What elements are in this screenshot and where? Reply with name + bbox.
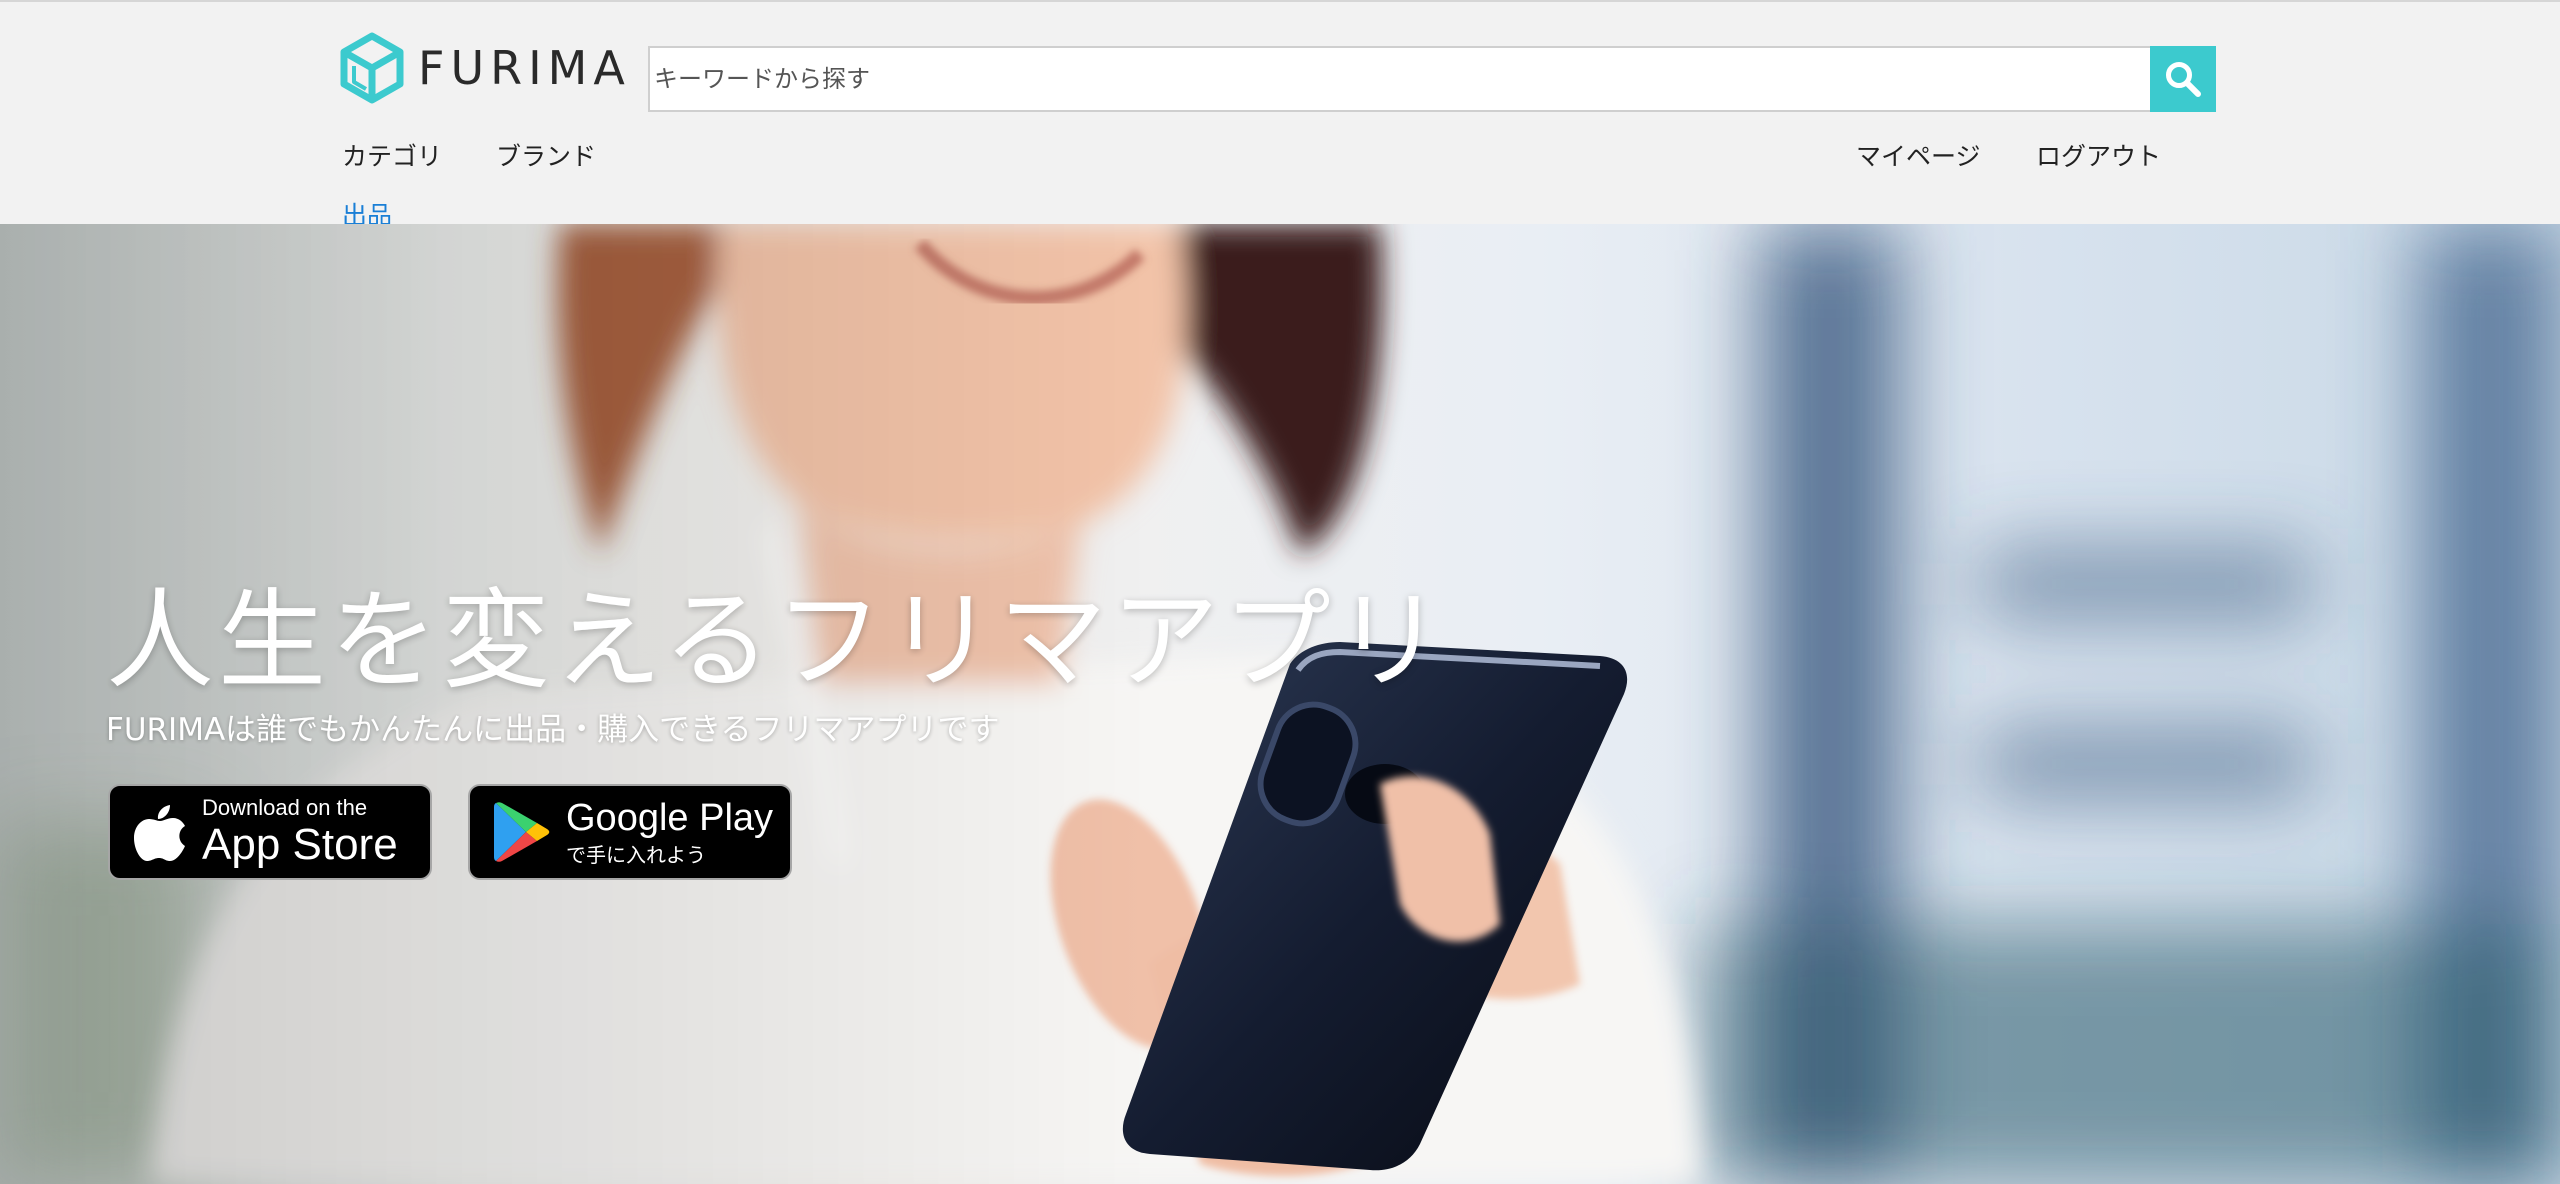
google-play-icon xyxy=(494,802,550,862)
hero-title: 人生を変えるフリマアプリ xyxy=(106,579,1447,704)
nav-category-link[interactable]: カテゴリ xyxy=(342,137,442,173)
nav-mypage-link[interactable]: マイページ xyxy=(1856,137,1981,173)
furima-logo[interactable]: FURIMA xyxy=(340,32,631,104)
search-input[interactable] xyxy=(648,46,2150,112)
app-store-small-text: Download on the xyxy=(202,795,368,820)
google-play-badge[interactable]: Google Play で手に入れよう xyxy=(468,784,792,880)
app-store-text: Download on the App Store xyxy=(202,797,398,867)
nav-logout-link[interactable]: ログアウト xyxy=(2036,137,2161,173)
site-header: FURIMA カテゴリ ブランド マイページ ログアウト 出品 xyxy=(0,0,2560,230)
hero-subtitle: FURIMAは誰でもかんたんに出品・購入できるフリマアプリです xyxy=(106,712,1000,748)
magnifier-icon xyxy=(2166,62,2201,97)
google-play-text: Google Play で手に入れよう xyxy=(566,799,773,865)
google-play-small-text: で手に入れよう xyxy=(566,843,706,867)
cube-logo-icon xyxy=(340,32,404,104)
nav-brand-link[interactable]: ブランド xyxy=(496,137,596,173)
app-store-big-text: App Store xyxy=(202,820,398,869)
search-button[interactable] xyxy=(2150,46,2216,112)
hero-banner: 人生を変えるフリマアプリ FURIMAは誰でもかんたんに出品・購入できるフリマア… xyxy=(0,224,2560,1184)
logo-text: FURIMA xyxy=(418,41,631,95)
search-form xyxy=(648,46,2216,112)
google-play-big-text: Google Play xyxy=(566,797,774,839)
app-store-badge[interactable]: Download on the App Store xyxy=(108,784,432,880)
apple-icon xyxy=(134,805,185,861)
